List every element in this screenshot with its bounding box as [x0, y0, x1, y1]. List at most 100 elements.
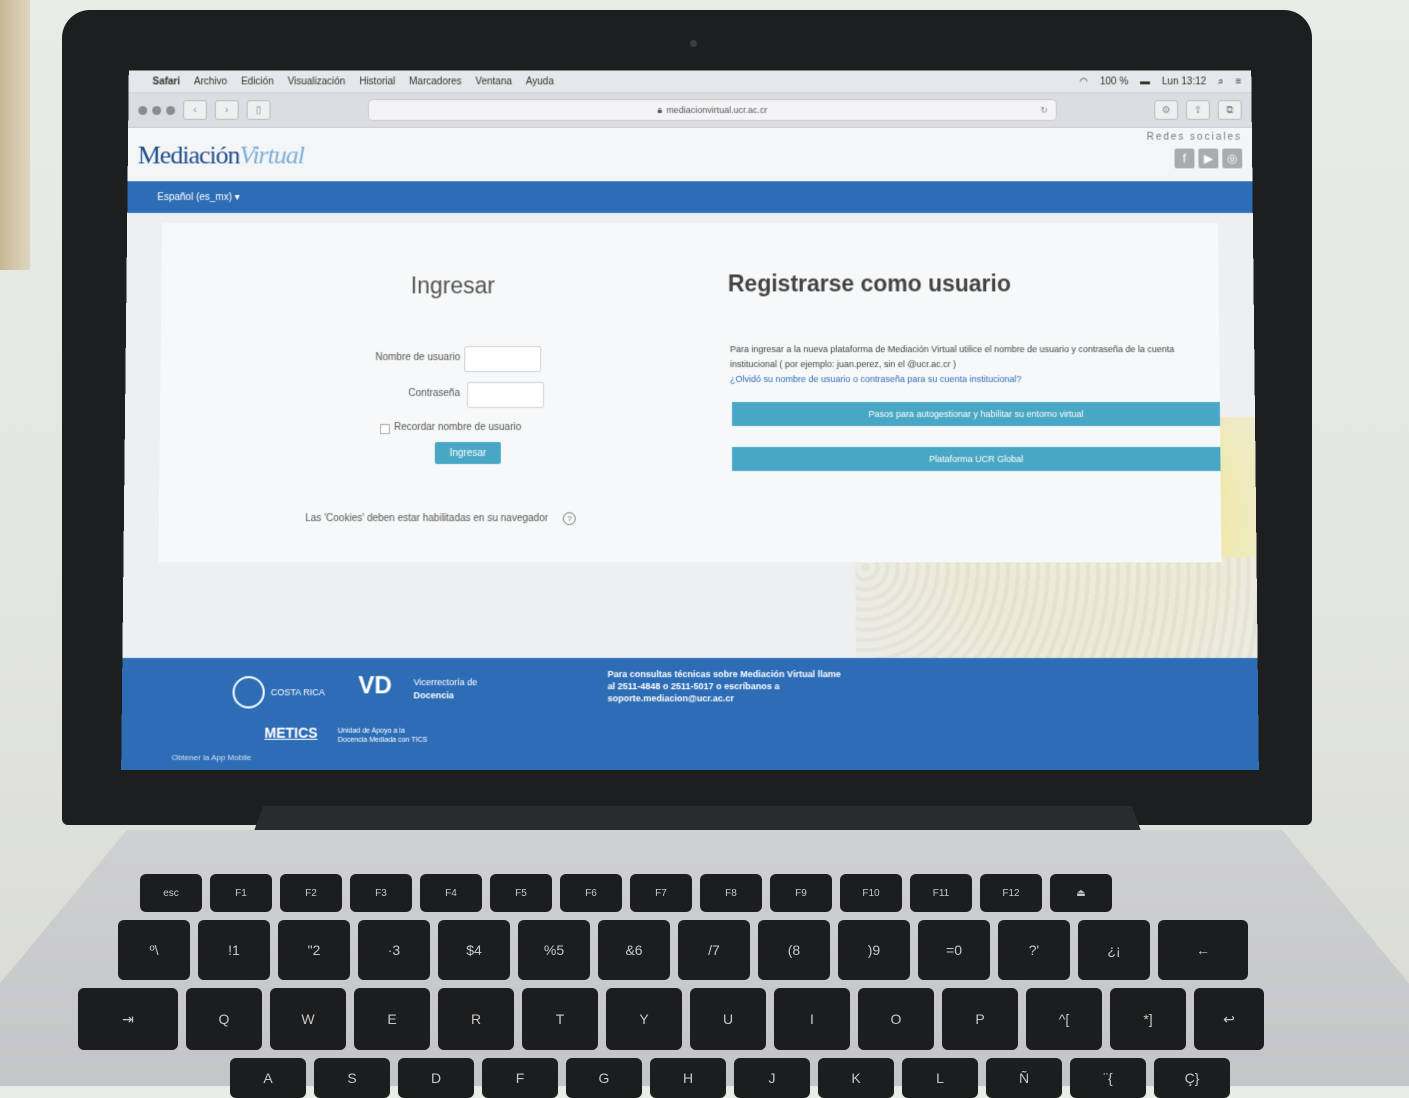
menu-historial[interactable]: Historial: [359, 76, 395, 87]
decorative-pattern: [855, 557, 1258, 658]
keyboard: esc F1 F2 F3 F4 F5 F6 F7 F8 F9 F10 F11 F…: [0, 860, 1409, 1098]
ucr-seal-icon: [232, 676, 265, 709]
key: F4: [420, 874, 482, 912]
menu-archivo[interactable]: Archivo: [194, 76, 227, 87]
social-block: Redes sociales f ▶ ◎: [1147, 132, 1243, 169]
username-input[interactable]: [464, 346, 542, 373]
battery-percent[interactable]: 100 %: [1100, 76, 1128, 87]
password-input[interactable]: [467, 382, 545, 409]
cookies-notice: Las 'Cookies' deben estar habilitadas en…: [305, 512, 576, 526]
key: F: [482, 1058, 558, 1098]
settings-icon[interactable]: ⚙: [1154, 100, 1179, 120]
zoom-window-button[interactable]: [166, 105, 176, 115]
wall-background: [0, 0, 30, 270]
logo-part1: Mediación: [137, 140, 240, 170]
cookies-text: Las 'Cookies' deben estar habilitadas en…: [305, 513, 549, 525]
site-logo[interactable]: MediaciónVirtual: [138, 140, 304, 171]
password-label: Contraseña: [408, 388, 461, 400]
key: F8: [700, 874, 762, 912]
key: /7: [678, 920, 750, 980]
spotlight-icon[interactable]: ⌕: [1218, 76, 1224, 87]
menu-ventana[interactable]: Ventana: [475, 76, 512, 87]
minimize-window-button[interactable]: [152, 105, 162, 115]
metics-sub-line2: Docencia Mediada con TICS: [337, 736, 428, 744]
key: L: [902, 1058, 978, 1098]
key: (8: [758, 920, 830, 980]
key: A: [230, 1058, 306, 1098]
ucr-logo[interactable]: COSTA RICA: [232, 676, 325, 709]
ucr-name: COSTA RICA: [270, 687, 325, 698]
key: J: [734, 1058, 810, 1098]
wifi-icon[interactable]: ◠: [1079, 76, 1088, 87]
macos-menubar: Safari Archivo Edición Visualización His…: [128, 70, 1252, 94]
mobile-app-link[interactable]: Obtener la App Mobile: [172, 753, 252, 762]
menu-safari[interactable]: Safari: [152, 76, 180, 87]
forward-button[interactable]: ›: [214, 100, 239, 120]
key: T: [522, 988, 598, 1050]
menu-ayuda[interactable]: Ayuda: [526, 76, 554, 87]
vd-text: Vicerrectoría de Docencia: [413, 676, 477, 702]
login-button[interactable]: Ingresar: [434, 441, 501, 465]
language-selector[interactable]: Español (es_mx) ▾: [157, 192, 240, 203]
key: F10: [840, 874, 902, 912]
facebook-icon[interactable]: f: [1174, 148, 1195, 169]
key: K: [818, 1058, 894, 1098]
sidebar-button[interactable]: ▯: [246, 100, 271, 120]
language-bar: Español (es_mx) ▾: [127, 181, 1253, 213]
help-icon[interactable]: ?: [562, 512, 576, 526]
key: ^[: [1026, 988, 1102, 1050]
reload-icon[interactable]: ↻: [1040, 105, 1048, 116]
key: F5: [490, 874, 552, 912]
site-header: MediaciónVirtual Redes sociales f ▶ ◎: [127, 127, 1253, 182]
youtube-icon[interactable]: ▶: [1198, 148, 1219, 169]
key: º\: [118, 920, 190, 980]
site-footer: COSTA RICA VD Vicerrectoría de Docencia …: [121, 657, 1259, 771]
forgot-password-link[interactable]: ¿Olvidó su nombre de usuario o contraseñ…: [730, 374, 1021, 384]
back-button[interactable]: ‹: [182, 100, 207, 120]
key: ?': [998, 920, 1070, 980]
tabs-icon[interactable]: ⧉: [1217, 100, 1242, 120]
instagram-icon[interactable]: ◎: [1222, 148, 1243, 169]
key: )9: [838, 920, 910, 980]
metics-sub-line1: Unidad de Apoyo a la: [337, 727, 405, 735]
key: I: [774, 988, 850, 1050]
lock-icon: 🔒︎: [657, 104, 663, 115]
key: G: [566, 1058, 642, 1098]
ucr-global-button[interactable]: Plataforma UCR Global: [732, 446, 1221, 472]
clock[interactable]: Lun 13:12: [1162, 76, 1206, 87]
key: &6: [598, 920, 670, 980]
key: ↩: [1194, 988, 1264, 1050]
key: F12: [980, 874, 1042, 912]
key: *]: [1110, 988, 1186, 1050]
address-bar[interactable]: 🔒︎ mediacionvirtual.ucr.ac.cr ↻: [367, 99, 1057, 121]
key: ⏏: [1050, 874, 1112, 912]
close-window-button[interactable]: [138, 105, 148, 115]
support-contact: Para consultas técnicas sobre Mediación …: [607, 669, 841, 704]
key: =0: [918, 920, 990, 980]
key: P: [942, 988, 1018, 1050]
key: $4: [438, 920, 510, 980]
menu-edicion[interactable]: Edición: [241, 76, 274, 87]
login-title: Ingresar: [410, 272, 495, 299]
menu-visualizacion[interactable]: Visualización: [288, 76, 346, 87]
key: F1: [210, 874, 272, 912]
self-service-steps-button[interactable]: Pasos para autogestionar y habilitar su …: [731, 402, 1221, 426]
key: H: [650, 1058, 726, 1098]
key: %5: [518, 920, 590, 980]
register-instructions: Para ingresar a la nueva plataforma de M…: [729, 344, 1175, 370]
vd-logo[interactable]: VD: [358, 672, 392, 700]
key: Ñ: [986, 1058, 1062, 1098]
address-text: mediacionvirtual.ucr.ac.cr: [666, 105, 768, 115]
key: ←: [1158, 920, 1248, 980]
register-title: Registrarse como usuario: [727, 270, 1012, 297]
notification-center-icon[interactable]: ≡: [1236, 76, 1242, 87]
share-icon[interactable]: ⇪: [1185, 100, 1210, 120]
remember-label[interactable]: Recordar nombre de usuario: [394, 422, 521, 433]
remember-checkbox[interactable]: [379, 423, 390, 434]
social-label: Redes sociales: [1146, 131, 1243, 143]
key: Ç}: [1154, 1058, 1230, 1098]
menu-marcadores[interactable]: Marcadores: [409, 76, 462, 87]
keyboard-row-qwerty: ⇥ Q W E R T Y U I O P ^[ *] ↩: [78, 988, 1264, 1050]
vd-text-line2: Docencia: [413, 690, 454, 701]
metics-logo[interactable]: METICS: [264, 725, 317, 741]
